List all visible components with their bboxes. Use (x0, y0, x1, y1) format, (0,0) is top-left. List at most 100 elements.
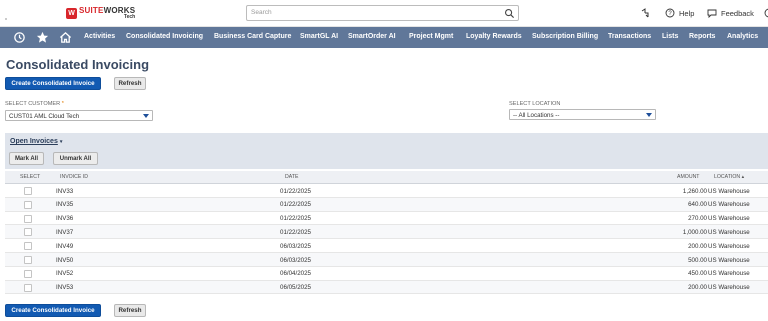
invoice-id-cell[interactable]: INV33 (56, 188, 73, 195)
account-menu-icon[interactable] (764, 8, 768, 18)
col-invoice-id[interactable]: Invoice ID (60, 174, 88, 180)
refresh-button[interactable]: Refresh (114, 77, 146, 90)
location-cell: US Warehouse (708, 284, 750, 292)
help-label: Help (679, 8, 695, 18)
col-amount[interactable]: Amount (677, 174, 699, 180)
recent-records-button[interactable] (640, 8, 654, 18)
col-date[interactable]: Date (285, 174, 298, 180)
amount-cell: 450.00 (688, 270, 707, 278)
suiteworks-logo[interactable]: W SUITEWORKS Tech (66, 5, 135, 22)
logo-sub-text: Tech (123, 14, 136, 20)
nav-loyalty-rewards[interactable]: Loyalty Rewards (466, 33, 522, 40)
amount-cell: 640.00 (688, 201, 707, 209)
amount-cell: 500.00 (688, 256, 707, 264)
nav-consolidated-invoicing[interactable]: Consolidated Invoicing (126, 33, 203, 40)
main-nav-bar: Activities Consolidated Invoicing Busine… (0, 27, 768, 48)
top-header: W SUITEWORKS Tech Search ? Help Feedback (0, 0, 768, 27)
chevron-down-icon (143, 114, 149, 118)
feedback-icon (707, 9, 717, 18)
feedback-label: Feedback (721, 8, 754, 18)
table-row: INV52 06/04/2025 450.00 US Warehouse (5, 266, 768, 281)
search-placeholder: Search (251, 9, 272, 16)
recent-records-icon (641, 8, 649, 18)
nav-smartorder-ai[interactable]: SmartOrder AI (348, 33, 396, 40)
required-marker: * (61, 101, 64, 107)
date-cell: 01/22/2025 (280, 215, 311, 223)
row-select-checkbox[interactable] (24, 283, 32, 292)
location-select-value: -- All Locations -- (513, 111, 560, 119)
row-select-checkbox[interactable] (24, 242, 32, 251)
invoice-id-cell[interactable]: INV49 (56, 243, 73, 250)
location-cell: US Warehouse (708, 187, 750, 195)
chevron-down-icon (646, 113, 652, 117)
page-title: Consolidated Invoicing (6, 57, 150, 72)
nav-business-card-capture[interactable]: Business Card Capture (214, 33, 291, 40)
invoice-id-cell[interactable]: INV35 (56, 201, 73, 208)
amount-cell: 1,000.00 (682, 228, 707, 236)
feedback-link[interactable]: Feedback (707, 8, 754, 18)
invoice-id-cell[interactable]: INV37 (56, 229, 73, 236)
dot-marker (5, 18, 7, 20)
table-row: INV50 06/03/2025 500.00 US Warehouse (5, 253, 768, 267)
create-consolidated-invoice-button-bottom[interactable]: Create Consolidated Invoice (5, 304, 101, 317)
nav-analytics[interactable]: Analytics (727, 33, 758, 40)
open-invoices-sublist-header: Open Invoices ▾ Mark All Unmark All (5, 133, 768, 169)
favorites-star-icon[interactable] (36, 31, 49, 44)
nav-lists[interactable]: Lists (662, 33, 678, 40)
nav-smartgl-ai[interactable]: SmartGL AI (300, 33, 338, 40)
row-select-checkbox[interactable] (24, 187, 32, 195)
invoice-id-cell[interactable]: INV53 (56, 284, 73, 291)
row-select-checkbox[interactable] (24, 200, 32, 209)
table-row: INV37 01/22/2025 1,000.00 US Warehouse (5, 225, 768, 240)
help-link[interactable]: ? Help (665, 8, 694, 18)
amount-cell: 200.00 (688, 242, 707, 250)
table-row: INV49 06/03/2025 200.00 US Warehouse (5, 239, 768, 253)
amount-cell: 200.00 (688, 284, 707, 292)
create-consolidated-invoice-button[interactable]: Create Consolidated Invoice (5, 77, 101, 90)
amount-cell: 270.00 (688, 215, 707, 223)
nav-subscription-billing[interactable]: Subscription Billing (532, 33, 598, 40)
global-search-input[interactable]: Search (246, 5, 519, 21)
table-row: INV35 01/22/2025 640.00 US Warehouse (5, 197, 768, 212)
col-location[interactable]: Location ▴ (714, 174, 744, 180)
refresh-button-bottom[interactable]: Refresh (114, 304, 146, 317)
date-cell: 01/22/2025 (280, 187, 311, 195)
recent-history-icon[interactable] (13, 31, 26, 44)
account-icon (764, 8, 768, 18)
location-cell: US Warehouse (708, 215, 750, 223)
location-select[interactable]: -- All Locations -- (509, 109, 656, 120)
invoice-id-cell[interactable]: INV36 (56, 215, 73, 222)
location-field-label: Select Location (509, 101, 561, 107)
location-cell: US Warehouse (708, 270, 750, 278)
date-cell: 06/03/2025 (280, 242, 311, 250)
home-icon[interactable] (59, 31, 72, 44)
nav-activities[interactable]: Activities (84, 33, 115, 40)
table-row: INV36 01/22/2025 270.00 US Warehouse (5, 211, 768, 226)
search-icon[interactable] (504, 8, 515, 19)
amount-cell: 1,260.00 (682, 187, 707, 195)
row-select-checkbox[interactable] (24, 228, 32, 237)
invoice-id-cell[interactable]: INV52 (56, 270, 73, 277)
location-cell: US Warehouse (708, 201, 750, 209)
unmark-all-button[interactable]: Unmark All (53, 152, 98, 165)
customer-select-value: CUST01 AML Cloud Tech (9, 112, 80, 120)
mark-all-button[interactable]: Mark All (9, 152, 44, 165)
date-cell: 06/04/2025 (280, 270, 311, 278)
open-invoices-tab[interactable]: Open Invoices ▾ (10, 138, 62, 145)
nav-reports[interactable]: Reports (689, 33, 715, 40)
row-select-checkbox[interactable] (24, 269, 32, 278)
location-cell: US Warehouse (708, 228, 750, 236)
customer-select[interactable]: CUST01 AML Cloud Tech (5, 110, 153, 121)
row-select-checkbox[interactable] (24, 256, 32, 264)
date-cell: 06/03/2025 (280, 256, 311, 264)
table-row: INV53 06/05/2025 200.00 US Warehouse (5, 280, 768, 295)
invoice-id-cell[interactable]: INV50 (56, 257, 73, 264)
date-cell: 01/22/2025 (280, 228, 311, 236)
date-cell: 01/22/2025 (280, 201, 311, 209)
location-cell: US Warehouse (708, 256, 750, 264)
table-row: INV33 01/22/2025 1,260.00 US Warehouse (5, 184, 768, 198)
row-select-checkbox[interactable] (24, 214, 32, 223)
nav-project-mgmt[interactable]: Project Mgmt (409, 33, 453, 40)
customer-field-label: Select Customer * (5, 101, 64, 107)
nav-transactions[interactable]: Transactions (608, 33, 651, 40)
